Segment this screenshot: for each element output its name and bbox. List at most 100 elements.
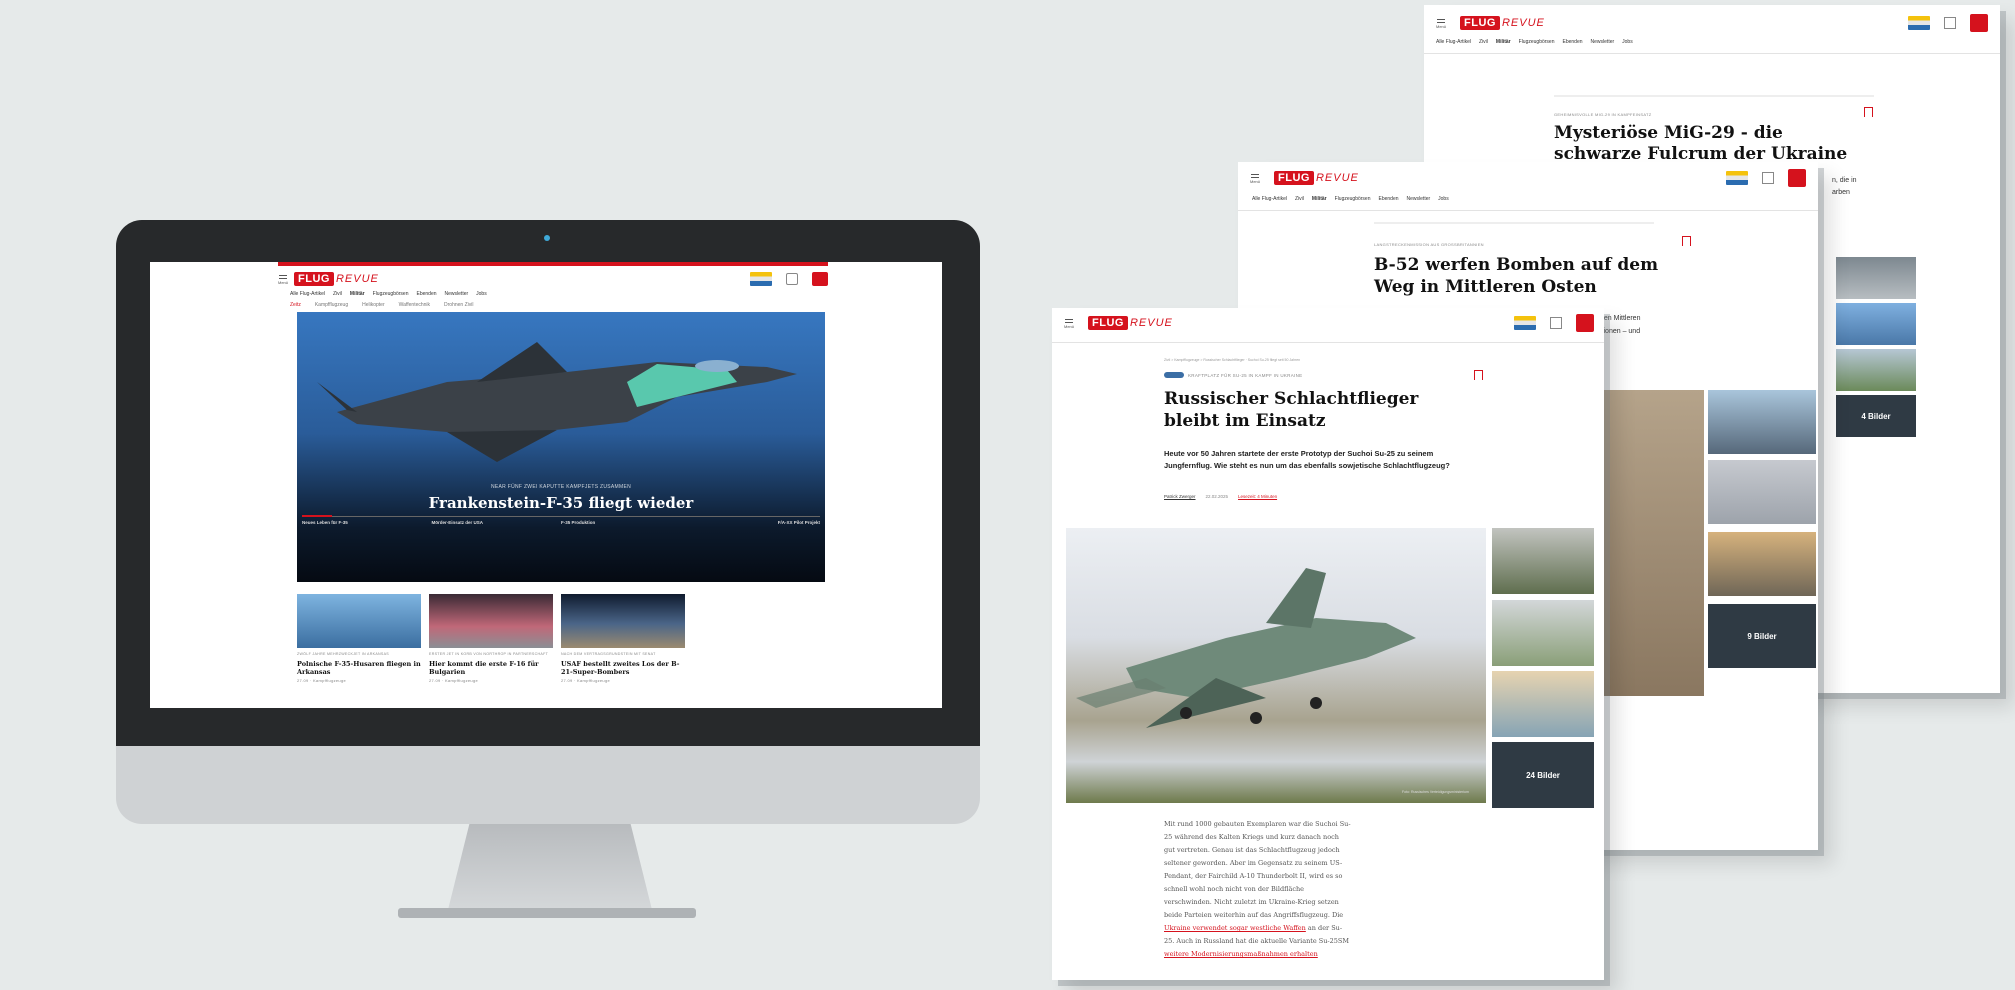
article-title: B-52 werfen Bomben auf dem Weg in Mittle… — [1374, 255, 1659, 297]
nav-item[interactable]: Flugzeugbörsen — [373, 291, 409, 297]
hero-image[interactable] — [297, 312, 825, 582]
gallery-thumb[interactable] — [1492, 528, 1594, 594]
menu-label: Menü — [1250, 178, 1261, 184]
meta-link[interactable]: Lesezeit: 4 Minuten — [1238, 494, 1277, 499]
breadcrumb[interactable] — [1554, 95, 1874, 97]
nav-item[interactable]: Zivil — [1479, 39, 1488, 45]
publish-date: 22.02.2025 — [1205, 494, 1229, 499]
gallery-thumb[interactable] — [1836, 303, 1916, 345]
subscribe-button[interactable] — [1788, 169, 1806, 187]
flag-icon[interactable] — [1726, 171, 1748, 185]
nav-item[interactable]: Newsletter — [1591, 39, 1615, 45]
hero-tabs-divider — [302, 516, 820, 517]
gallery-thumb[interactable] — [1708, 460, 1816, 524]
body-line: beide Parteien weiterhin auf das Angriff… — [1164, 911, 1344, 919]
article-title: Mysteriöse MiG-29 - die schwarze Fulcrum… — [1554, 123, 1848, 164]
article-hero-image[interactable] — [1066, 528, 1486, 803]
user-icon[interactable] — [1550, 317, 1562, 329]
nav-item[interactable]: Ebenden — [417, 291, 437, 297]
body-link[interactable]: Ukraine verwendet sogar westliche Waffen — [1164, 924, 1306, 932]
hero-tab[interactable]: F-35 Produktion — [561, 520, 691, 525]
nav-item[interactable]: Flugzeugbörsen — [1335, 196, 1371, 202]
article-lead: Heute vor 50 Jahren startete der erste P… — [1164, 449, 1450, 470]
nav-item[interactable]: Militär — [1496, 39, 1511, 45]
article-hero-image[interactable] — [1600, 390, 1704, 696]
author-link[interactable]: Patrick Zwerger — [1164, 494, 1196, 499]
bookmark-icon[interactable] — [1682, 236, 1691, 246]
article-card[interactable]: ZWÖLF JAHRE MEHRZWECKJET IN ARKANSAS Pol… — [297, 594, 421, 683]
card-kicker: ERSTER JET IN KORB VON NORTHROP IN PARTN… — [429, 652, 549, 656]
nav-item[interactable]: Newsletter — [1407, 196, 1431, 202]
body-line: 25 während des Kalten Kriegs und kurz da… — [1164, 833, 1339, 841]
subnav-item[interactable]: Zeitz — [290, 302, 301, 308]
subscribe-button[interactable] — [1970, 14, 1988, 32]
main-nav: Alle Flug-Artikel Zivil Militär Flugzeug… — [290, 291, 487, 297]
nav-item[interactable]: Jobs — [476, 291, 487, 297]
article-card[interactable]: NACH DEM VERTRAGSGRUNDSTEIN MIT SENAT US… — [561, 594, 685, 683]
nav-item[interactable]: Alle Flug-Artikel — [1436, 39, 1471, 45]
flag-icon[interactable] — [1514, 316, 1536, 330]
body-line: Mit rund 1000 gebauten Exemplaren war di… — [1164, 820, 1351, 828]
gallery-thumb[interactable] — [1708, 390, 1816, 454]
nav-item[interactable]: Jobs — [1622, 39, 1633, 45]
nav-item[interactable]: Zivil — [333, 291, 342, 297]
nav-item[interactable]: Zivil — [1295, 196, 1304, 202]
nav-item[interactable]: Newsletter — [445, 291, 469, 297]
topic-badge[interactable] — [1164, 372, 1184, 378]
hero-tab[interactable]: Neues Leben für F-35 — [302, 520, 432, 525]
gallery-thumb[interactable] — [1492, 600, 1594, 666]
subnav-item[interactable]: Waffentechnik — [399, 302, 430, 308]
gallery-thumb[interactable] — [1492, 671, 1594, 737]
bookmark-icon[interactable] — [1864, 107, 1873, 117]
card-meta: 27.09 · Kampfflugzeuge — [297, 678, 347, 683]
article-card[interactable]: ERSTER JET IN KORB VON NORTHROP IN PARTN… — [429, 594, 553, 683]
card-meta: 27.09 · Kampfflugzeuge — [429, 678, 479, 683]
gallery-thumb[interactable] — [1836, 349, 1916, 391]
subnav-item[interactable]: Drohnen Zivil — [444, 302, 473, 308]
nav-item[interactable]: Militär — [1312, 196, 1327, 202]
gallery-count-button[interactable]: 4 Bilder — [1836, 395, 1916, 437]
article-lead-fragment: n, die in arben — [1832, 175, 1857, 199]
gallery-count-button[interactable]: 24 Bilder — [1492, 742, 1594, 808]
menu-button[interactable]: Menü — [1064, 318, 1074, 329]
article-lead-fragment: den Mittleren itionen – und — [1600, 312, 1640, 338]
card-meta: 27.09 · Kampfflugzeuge — [561, 678, 611, 683]
body-link[interactable]: weitere Modernisierungsmaßnahmen erhalte… — [1164, 950, 1318, 958]
flag-icon[interactable] — [1908, 16, 1930, 30]
hero-title[interactable]: Frankenstein-F-35 fliegt wieder — [297, 494, 825, 512]
hero-tab[interactable]: F/A-XX Pilot Projekt — [691, 520, 820, 525]
nav-item[interactable]: Ebenden — [1379, 196, 1399, 202]
nav-item[interactable]: Alle Flug-Artikel — [290, 291, 325, 297]
main-nav: Alle Flug-Artikel Zivil Militär Flugzeug… — [1436, 39, 1633, 45]
user-icon[interactable] — [786, 273, 798, 285]
user-icon[interactable] — [1944, 17, 1956, 29]
menu-button[interactable]: Menü — [278, 274, 288, 285]
nav-item[interactable]: Alle Flug-Artikel — [1252, 196, 1287, 202]
subnav-item[interactable]: Kampfflugzeug — [315, 302, 348, 308]
gallery-thumb[interactable] — [1836, 257, 1916, 299]
gallery-thumb[interactable] — [1708, 532, 1816, 596]
hero-tab[interactable]: Mörder-Einsatz der USA — [432, 520, 562, 525]
menu-button[interactable]: Menü — [1436, 18, 1446, 29]
breadcrumb[interactable]: Zivil > Kampfflugzeuge > Russischer Schl… — [1164, 358, 1300, 362]
body-line: 25. Auch in Russland hat die aktuelle Va… — [1164, 937, 1350, 945]
nav-item[interactable]: Militär — [350, 291, 365, 297]
menu-button[interactable]: Menü — [1250, 173, 1260, 184]
site-logo[interactable]: FLUG REVUE — [294, 272, 379, 286]
site-logo[interactable]: FLUG REVUE — [1274, 171, 1359, 185]
gallery-count-button[interactable]: 9 Bilder — [1708, 604, 1816, 668]
flag-icon[interactable] — [750, 272, 772, 286]
site-logo[interactable]: FLUG REVUE — [1088, 316, 1173, 330]
site-logo[interactable]: FLUG REVUE — [1460, 16, 1545, 30]
nav-item[interactable]: Ebenden — [1563, 39, 1583, 45]
subscribe-button[interactable] — [1576, 314, 1594, 332]
breadcrumb[interactable] — [1374, 222, 1654, 224]
top-red-bar — [278, 262, 828, 266]
subnav-item[interactable]: Helikopter — [362, 302, 385, 308]
nav-item[interactable]: Flugzeugbörsen — [1519, 39, 1555, 45]
nav-item[interactable]: Jobs — [1438, 196, 1449, 202]
bookmark-icon[interactable] — [1474, 370, 1483, 380]
nav-divider — [1238, 210, 1818, 211]
subscribe-button[interactable] — [812, 272, 828, 286]
user-icon[interactable] — [1762, 172, 1774, 184]
